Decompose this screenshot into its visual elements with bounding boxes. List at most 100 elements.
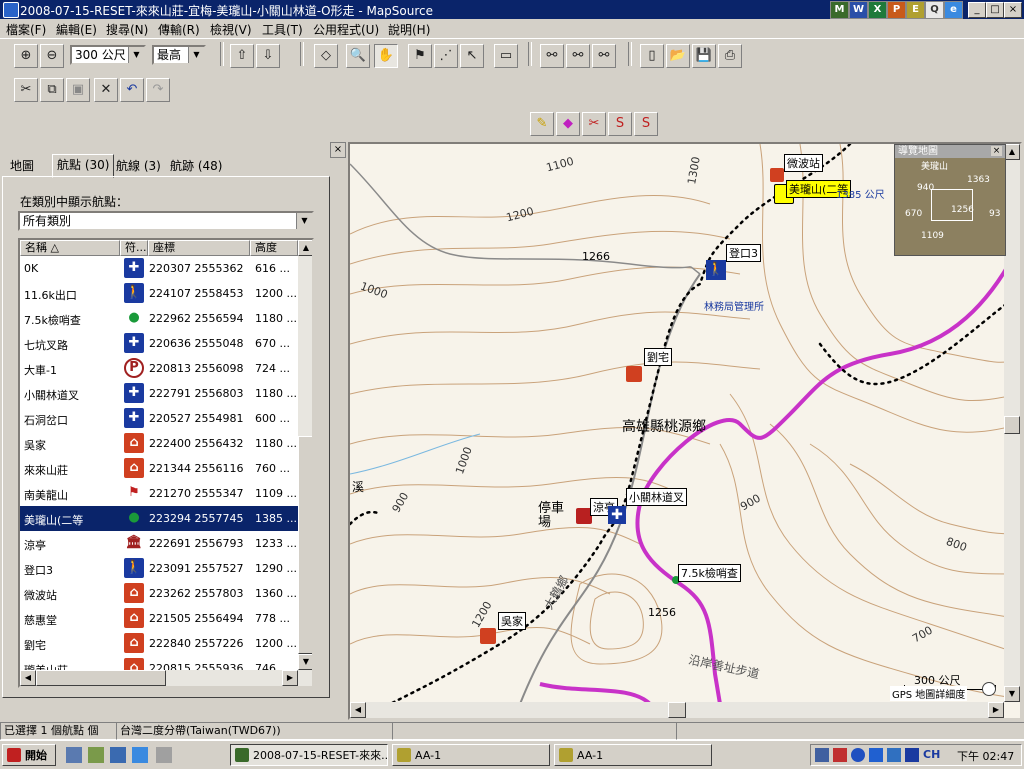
antivirus-icon[interactable] bbox=[833, 748, 847, 762]
task-aa1-second[interactable]: AA-1 bbox=[554, 744, 712, 766]
explorer-icon[interactable]: E bbox=[906, 1, 925, 19]
copy-button[interactable]: ⧉ bbox=[40, 78, 64, 102]
hiker-icon[interactable]: 🚶 bbox=[706, 260, 726, 280]
scale-select[interactable]: 300 公尺 ▼ bbox=[70, 45, 146, 65]
scroll-right-button[interactable]: ▶ bbox=[282, 670, 298, 686]
menu-transfer[interactable]: 傳輸(R) bbox=[158, 21, 200, 38]
scroll-up-button[interactable]: ▲ bbox=[298, 240, 312, 256]
table-row[interactable]: 0K ✚ 220307 2555362 616 ... bbox=[20, 256, 298, 281]
table-row[interactable]: 涼亭 🏛 222691 2556793 1233 ... bbox=[20, 531, 298, 556]
divide-track-button[interactable]: ✂ bbox=[582, 112, 606, 136]
new-file-button[interactable]: ▯ bbox=[640, 44, 664, 68]
tab-waypoints[interactable]: 航點 (30) bbox=[52, 154, 115, 178]
globe-icon[interactable] bbox=[851, 748, 865, 762]
zoom-tool-button[interactable]: 🔍 bbox=[346, 44, 370, 68]
print-button[interactable]: ⎙ bbox=[718, 44, 742, 68]
waypoint-list[interactable]: 名稱 △ 符... 座標 高度 0K ✚ 220307 2555362 616 ...… bbox=[18, 238, 314, 688]
table-row[interactable]: 大車-1 P 220813 2556098 724 ... bbox=[20, 356, 298, 381]
save-file-button[interactable]: 💾 bbox=[692, 44, 716, 68]
erase-button[interactable]: ◆ bbox=[556, 112, 580, 136]
quick-launch-icon[interactable] bbox=[156, 747, 172, 763]
menu-view[interactable]: 檢視(V) bbox=[210, 21, 252, 38]
list-hscroll-thumb[interactable] bbox=[36, 670, 166, 686]
delete-button[interactable]: ✕ bbox=[94, 78, 118, 102]
tab-tracks[interactable]: 航跡 (48) bbox=[166, 156, 226, 176]
find-nearby-button[interactable]: ⚯ bbox=[566, 44, 590, 68]
table-row[interactable]: 微波站 ⌂ 223262 2557803 1360 ... bbox=[20, 581, 298, 606]
table-row[interactable]: 11.6k出口 🚶 224107 2558453 1200 ... bbox=[20, 281, 298, 306]
table-row[interactable]: 來來山莊 ⌂ 221344 2556116 760 ... bbox=[20, 456, 298, 481]
scroll-left-button[interactable]: ◀ bbox=[20, 670, 36, 686]
menu-edit[interactable]: 編輯(E) bbox=[56, 21, 97, 38]
detail-select[interactable]: 最高 ▼ bbox=[152, 45, 206, 65]
maximize-button[interactable]: □ bbox=[986, 2, 1004, 18]
close-button[interactable]: × bbox=[1004, 2, 1022, 18]
table-row[interactable]: 登口3 🚶 223091 2557527 1290 ... bbox=[20, 556, 298, 581]
menu-tools[interactable]: 工具(T) bbox=[262, 21, 303, 38]
tray-app-icon[interactable] bbox=[887, 748, 901, 762]
join-track-button[interactable]: S bbox=[608, 112, 632, 136]
show-desktop-icon[interactable] bbox=[66, 747, 82, 763]
cut-button[interactable]: ✂ bbox=[14, 78, 38, 102]
search-icon[interactable]: Q bbox=[925, 1, 944, 19]
map-horizontal-scrollbar[interactable]: ◀ ▶ bbox=[350, 702, 1004, 718]
scroll-up-button[interactable]: ▲ bbox=[1004, 144, 1020, 160]
map-detail-dial-icon[interactable] bbox=[982, 682, 996, 696]
map-hscroll-thumb[interactable] bbox=[668, 702, 686, 718]
receive-from-device-button[interactable]: ⇩ bbox=[256, 44, 280, 68]
table-row[interactable]: 吳家 ⌂ 222400 2556432 1180 ... bbox=[20, 431, 298, 456]
list-vertical-scrollbar[interactable]: ▲ ▼ bbox=[298, 240, 312, 672]
open-file-button[interactable]: 📂 bbox=[666, 44, 690, 68]
map-label-liu[interactable]: 劉宅 bbox=[644, 348, 672, 366]
map-label-trailhead[interactable]: 登口3 bbox=[726, 244, 761, 262]
cross-icon[interactable]: ✚ bbox=[608, 506, 626, 524]
zoom-out-button[interactable]: ⊖ bbox=[40, 44, 64, 68]
map-label-wu[interactable]: 吳家 bbox=[498, 612, 526, 630]
map-vertical-scrollbar[interactable]: ▲ ▼ bbox=[1004, 144, 1020, 702]
measure-tool-button[interactable]: ▭ bbox=[494, 44, 518, 68]
scroll-down-button[interactable]: ▼ bbox=[298, 654, 312, 670]
menu-utilities[interactable]: 公用程式(U) bbox=[313, 21, 379, 38]
map-label-junction[interactable]: 小關林道叉 bbox=[626, 488, 687, 506]
table-row[interactable]: 小關林道叉 ✚ 222791 2556803 1180 ... bbox=[20, 381, 298, 406]
menu-file[interactable]: 檔案(F) bbox=[6, 21, 46, 38]
network-icon[interactable] bbox=[815, 748, 829, 762]
ie-icon[interactable]: e bbox=[944, 1, 963, 19]
table-row[interactable]: 南美龍山 ⚑ 221270 2555347 1109 ... bbox=[20, 481, 298, 506]
find-place-button[interactable]: ⚯ bbox=[592, 44, 616, 68]
column-header-coordinate[interactable]: 座標 bbox=[148, 240, 250, 256]
paste-button[interactable]: ▣ bbox=[66, 78, 90, 102]
quick-launch-icon[interactable] bbox=[88, 747, 104, 763]
map-label-microwave[interactable]: 微波站 bbox=[784, 154, 823, 172]
undo-button[interactable]: ↶ bbox=[120, 78, 144, 102]
table-row[interactable]: 7.5k檢哨查 ● 222962 2556594 1180 ... bbox=[20, 306, 298, 331]
column-header-altitude[interactable]: 高度 bbox=[250, 240, 298, 256]
scroll-left-button[interactable]: ◀ bbox=[350, 702, 366, 718]
word-icon[interactable]: W bbox=[849, 1, 868, 19]
menu-search[interactable]: 搜尋(N) bbox=[106, 21, 148, 38]
list-scroll-thumb[interactable] bbox=[298, 436, 312, 654]
overview-map[interactable]: 導覽地圖 × 美瓏山 940 1363 670 1256 93 1109 bbox=[894, 144, 1006, 256]
powerpoint-icon[interactable]: P bbox=[887, 1, 906, 19]
table-row[interactable]: 石洞岔口 ✚ 220527 2554981 600 ... bbox=[20, 406, 298, 431]
house-icon[interactable] bbox=[626, 366, 642, 382]
task-mapsource[interactable]: 2008-07-15-RESET-來來... bbox=[230, 744, 388, 766]
map-label-checkpoint[interactable]: 7.5k檢哨查 bbox=[678, 564, 741, 582]
route-tool-button[interactable]: ⋰ bbox=[434, 44, 458, 68]
table-row[interactable]: 美瓏山(二等 ● 223294 2557745 1385 ... bbox=[20, 506, 298, 531]
menu-help[interactable]: 說明(H) bbox=[388, 21, 430, 38]
zoom-in-button[interactable]: ⊕ bbox=[14, 44, 38, 68]
waypoint-tool-button[interactable]: ⚑ bbox=[408, 44, 432, 68]
column-header-symbol[interactable]: 符... bbox=[120, 240, 148, 256]
ime-icon[interactable] bbox=[905, 748, 919, 762]
excel-icon[interactable]: X bbox=[868, 1, 887, 19]
panel-close-button[interactable]: × bbox=[330, 142, 346, 158]
overview-close-button[interactable]: × bbox=[991, 146, 1002, 156]
map-vscroll-thumb[interactable] bbox=[1004, 416, 1020, 434]
scroll-down-button[interactable]: ▼ bbox=[1004, 686, 1020, 702]
redo-button[interactable]: ↷ bbox=[146, 78, 170, 102]
edit-waypoint-button[interactable]: ✎ bbox=[530, 112, 554, 136]
table-row[interactable]: 慈惠堂 ⌂ 221505 2556494 778 ... bbox=[20, 606, 298, 631]
task-aa1-first[interactable]: AA-1 bbox=[392, 744, 550, 766]
send-to-device-button[interactable]: ⇧ bbox=[230, 44, 254, 68]
